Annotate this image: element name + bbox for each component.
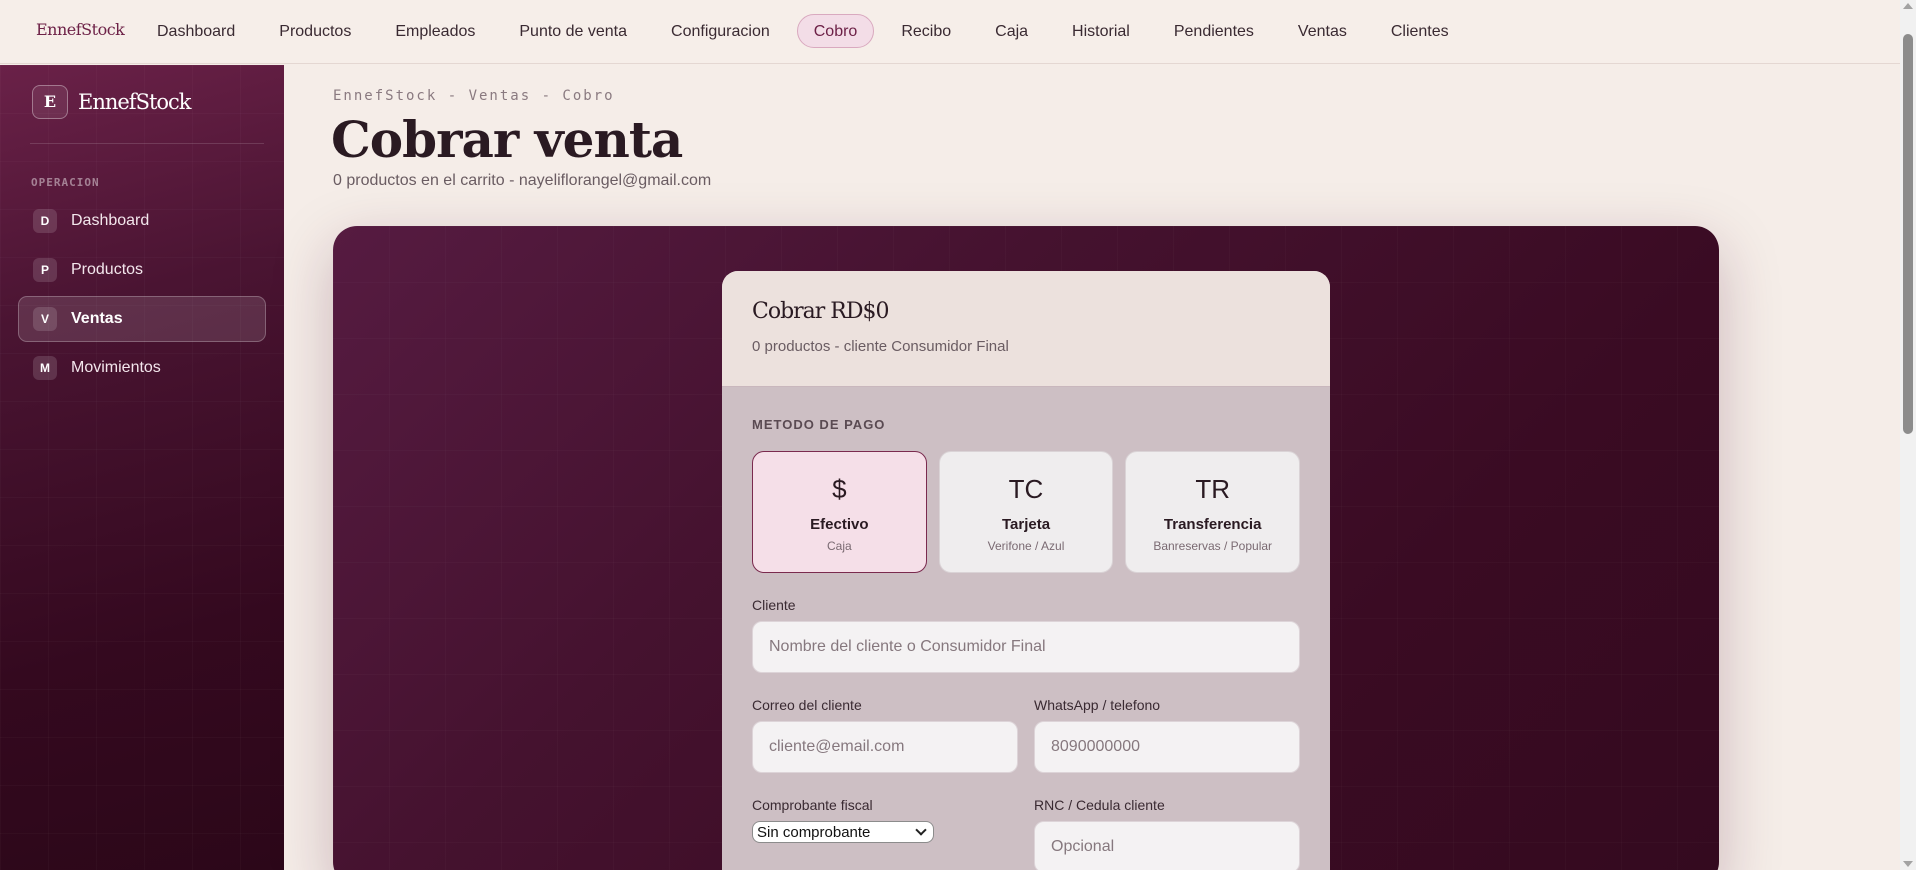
brand-logo: E	[32, 85, 68, 119]
page-subtitle: 0 productos en el carrito - nayelifloran…	[333, 172, 712, 189]
fiscal-receipt-select[interactable]: Sin comprobante	[752, 821, 934, 843]
sidebar-item-badge: M	[33, 356, 57, 380]
payment-method-transferencia[interactable]: TR Transferencia Banreservas / Popular	[1125, 451, 1301, 573]
payment-methods: $ Efectivo Caja TC Tarjeta Verifone / Az…	[752, 451, 1301, 573]
client-label: Cliente	[752, 597, 796, 613]
sidebar-item-badge: D	[33, 209, 57, 233]
scroll-down-icon[interactable]	[1903, 861, 1913, 867]
sidebar-item-productos[interactable]: P Productos	[18, 247, 266, 293]
checkout-card: Cobrar RD$0 0 productos - cliente Consum…	[722, 271, 1330, 870]
payment-method-name: Efectivo	[810, 516, 869, 533]
nav-link-productos[interactable]: Productos	[262, 14, 368, 48]
email-label: Correo del cliente	[752, 697, 862, 713]
sidebar-item-label: Ventas	[71, 310, 123, 327]
nav-link-caja[interactable]: Caja	[978, 14, 1045, 48]
payment-method-desc: Verifone / Azul	[987, 539, 1065, 553]
nav-link-historial[interactable]: Historial	[1055, 14, 1147, 48]
topnav-links: Dashboard Productos Empleados Punto de v…	[140, 14, 1476, 48]
sidebar-item-label: Dashboard	[71, 212, 150, 229]
checkout-total-title: Cobrar RD$0	[752, 299, 890, 324]
chevron-down-icon	[915, 824, 927, 836]
checkout-card-header: Cobrar RD$0 0 productos - cliente Consum…	[722, 271, 1330, 387]
scrollbar-thumb[interactable]	[1903, 34, 1913, 434]
payment-method-name: Transferencia	[1163, 516, 1262, 533]
payment-method-efectivo[interactable]: $ Efectivo Caja	[752, 451, 927, 573]
sidebar-brand[interactable]: E EnnefStock	[32, 85, 192, 119]
checkout-summary: 0 productos - cliente Consumidor Final	[752, 338, 1009, 355]
cash-icon: $	[832, 474, 847, 504]
payment-method-name: Tarjeta	[1001, 516, 1051, 533]
sidebar-item-label: Productos	[71, 261, 144, 278]
client-email-input[interactable]	[752, 721, 1018, 773]
nav-link-configuracion[interactable]: Configuracion	[654, 14, 787, 48]
sidebar-item-badge: P	[33, 258, 57, 282]
client-name-input[interactable]	[752, 621, 1300, 673]
topnav-brand[interactable]: EnnefStock	[36, 20, 125, 39]
payment-method-tarjeta[interactable]: TC Tarjeta Verifone / Azul	[938, 451, 1114, 573]
sidebar-item-ventas[interactable]: V Ventas	[18, 296, 266, 342]
rnc-input[interactable]	[1034, 821, 1300, 870]
nav-link-empleados[interactable]: Empleados	[378, 14, 492, 48]
sidebar-brand-name: EnnefStock	[78, 90, 192, 114]
phone-label: WhatsApp / telefono	[1034, 697, 1161, 713]
sidebar: E EnnefStock OPERACION D Dashboard P Pro…	[0, 65, 284, 870]
sidebar-item-badge: V	[33, 307, 57, 331]
sidebar-item-label: Movimientos	[71, 359, 161, 376]
payment-method-desc: Banreservas / Popular	[1153, 539, 1273, 553]
page-title: Cobrar venta	[331, 110, 683, 169]
sidebar-item-movimientos[interactable]: M Movimientos	[18, 345, 266, 391]
payment-method-desc: Caja	[826, 539, 852, 553]
sidebar-divider	[30, 143, 264, 144]
sidebar-item-dashboard[interactable]: D Dashboard	[18, 198, 266, 244]
payment-method-label: METODO DE PAGO	[752, 417, 886, 432]
scroll-up-icon[interactable]	[1903, 3, 1913, 9]
breadcrumb: EnnefStock - Ventas - Cobro	[333, 88, 615, 104]
rnc-label: RNC / Cedula cliente	[1034, 797, 1165, 813]
nav-link-dashboard[interactable]: Dashboard	[140, 14, 252, 48]
nav-link-cobro[interactable]: Cobro	[796, 14, 875, 48]
transfer-icon: TR	[1195, 474, 1231, 504]
nav-link-punto-de-venta[interactable]: Punto de venta	[502, 14, 644, 48]
fiscal-label: Comprobante fiscal	[752, 797, 873, 813]
nav-link-clientes[interactable]: Clientes	[1374, 14, 1466, 48]
nav-link-ventas[interactable]: Ventas	[1281, 14, 1364, 48]
sidebar-section-title: OPERACION	[31, 176, 100, 189]
nav-link-pendientes[interactable]: Pendientes	[1157, 14, 1271, 48]
sidebar-items: D Dashboard P Productos V Ventas M Movim…	[18, 198, 266, 394]
page-scrollbar[interactable]	[1900, 0, 1916, 870]
client-phone-input[interactable]	[1034, 721, 1300, 773]
top-navbar: EnnefStock Dashboard Productos Empleados…	[0, 0, 1900, 64]
card-icon: TC	[1008, 474, 1044, 504]
fiscal-receipt-value: Sin comprobante	[757, 823, 871, 841]
nav-link-recibo[interactable]: Recibo	[884, 14, 968, 48]
